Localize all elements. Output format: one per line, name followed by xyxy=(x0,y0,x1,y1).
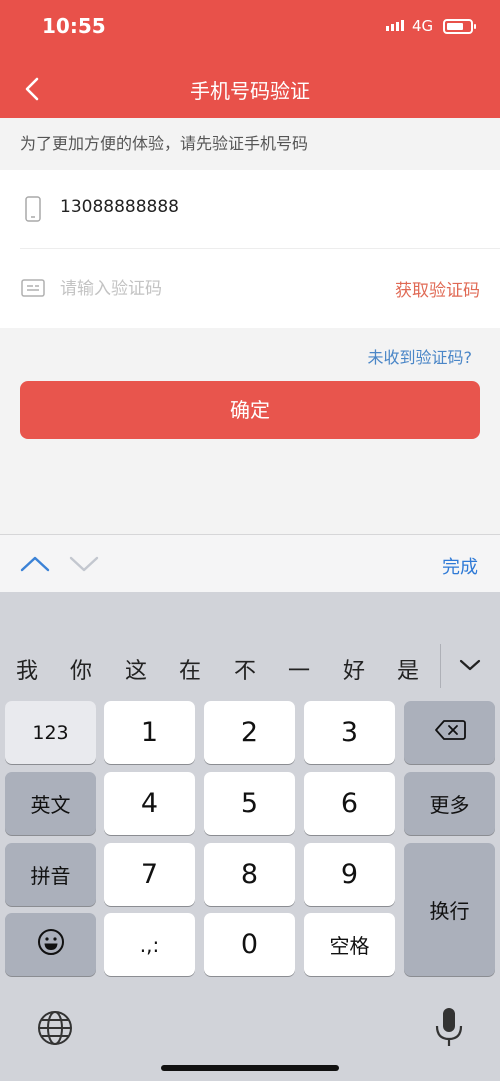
key-digit[interactable]: 1 xyxy=(104,701,195,764)
no-code-link[interactable]: 未收到验证码? xyxy=(368,344,473,368)
phone-icon xyxy=(20,195,46,223)
candidate-word[interactable]: 我 xyxy=(2,653,52,685)
key-digit[interactable]: 0 xyxy=(204,913,295,976)
candidate-word[interactable]: 一 xyxy=(274,653,324,685)
key-123[interactable]: 123 xyxy=(5,701,96,764)
keyboard-accessory-bar: 完成 xyxy=(0,534,500,592)
message-icon xyxy=(20,274,46,302)
key-digit[interactable]: 9 xyxy=(304,843,395,906)
code-row: 获取验证码 xyxy=(0,249,500,328)
battery-icon xyxy=(443,19,476,34)
nav-bar: 手机号码验证 xyxy=(0,58,500,118)
key-digit[interactable]: 4 xyxy=(104,772,195,835)
get-code-button[interactable]: 获取验证码 xyxy=(395,276,480,301)
candidate-word[interactable]: 好 xyxy=(329,653,379,685)
emoji-button[interactable] xyxy=(5,913,96,976)
key-digit[interactable]: 3 xyxy=(304,701,395,764)
candidate-word[interactable]: 你 xyxy=(56,653,106,685)
verify-form: 13088888888 获取验证码 xyxy=(0,170,500,328)
confirm-button[interactable]: 确定 xyxy=(20,381,480,439)
emoji-icon xyxy=(36,927,66,962)
candidate-word[interactable]: 这 xyxy=(111,653,161,685)
phone-row[interactable]: 13088888888 xyxy=(0,170,500,249)
microphone-icon[interactable] xyxy=(432,1005,466,1049)
key-digit[interactable]: 2 xyxy=(204,701,295,764)
delete-button[interactable] xyxy=(404,701,495,764)
page-title: 手机号码验证 xyxy=(190,79,310,103)
key-digit[interactable]: 8 xyxy=(204,843,295,906)
network-type: 4G xyxy=(412,17,434,35)
key-digit[interactable]: 6 xyxy=(304,772,395,835)
code-input[interactable] xyxy=(60,271,310,307)
key-more[interactable]: 更多 xyxy=(404,772,495,835)
home-indicator[interactable] xyxy=(161,1065,339,1071)
candidate-bar: 我 你 这 在 不 一 好 是 xyxy=(0,637,500,689)
chevron-down-icon[interactable] xyxy=(67,551,101,577)
globe-icon[interactable] xyxy=(35,1008,75,1048)
candidate-word[interactable]: 不 xyxy=(220,653,270,685)
backspace-icon xyxy=(434,719,466,746)
status-time: 10:55 xyxy=(42,14,106,38)
key-pinyin[interactable]: 拼音 xyxy=(5,843,96,906)
candidate-divider xyxy=(440,644,441,688)
signal-icon xyxy=(386,20,404,31)
phone-field[interactable]: 13088888888 xyxy=(60,197,179,217)
key-digit[interactable]: 5 xyxy=(204,772,295,835)
key-punctuation[interactable]: .,: xyxy=(104,913,195,976)
status-bar: 10:55 4G xyxy=(0,0,500,58)
done-button[interactable]: 完成 xyxy=(442,553,478,579)
key-digit[interactable]: 7 xyxy=(104,843,195,906)
key-space[interactable]: 空格 xyxy=(304,913,395,976)
chevron-up-icon[interactable] xyxy=(18,551,52,577)
candidate-word[interactable]: 在 xyxy=(165,653,215,685)
chevron-down-icon[interactable] xyxy=(456,654,484,676)
key-english[interactable]: 英文 xyxy=(5,772,96,835)
key-newline[interactable]: 换行 xyxy=(404,843,495,976)
candidate-word[interactable]: 是 xyxy=(383,653,433,685)
verify-hint: 为了更加方便的体验，请先验证手机号码 xyxy=(20,134,309,153)
keyboard: 我 你 这 在 不 一 好 是 xyxy=(0,592,500,1081)
